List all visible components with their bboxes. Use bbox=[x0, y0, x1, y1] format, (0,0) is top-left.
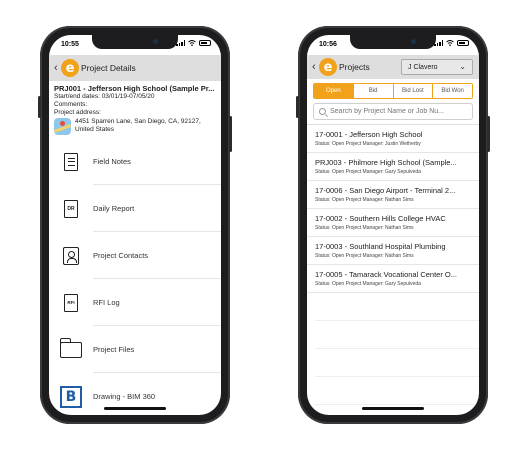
project-details-screen: 10:55 ‹ e Project Details PRJ001 - Jeffe… bbox=[49, 35, 221, 415]
tab-bid-lost[interactable]: Bid Lost bbox=[392, 84, 433, 98]
project-title: PRJ001 - Jefferson High School (Sample P… bbox=[54, 84, 215, 93]
menu-item-label: RFI Log bbox=[93, 298, 120, 307]
wifi-icon bbox=[446, 40, 454, 46]
empty-row bbox=[315, 321, 479, 349]
menu-item-daily-report[interactable]: DR Daily Report bbox=[49, 185, 221, 232]
list-item[interactable]: 17-0001 - Jefferson High School Status: … bbox=[307, 125, 479, 153]
list-item[interactable]: PRJ003 - Philmore High School (Sample...… bbox=[307, 153, 479, 181]
status-tabs: Open Bid Bid Lost Bid Won bbox=[313, 83, 473, 99]
empty-row bbox=[315, 349, 479, 377]
search-input[interactable] bbox=[330, 108, 470, 115]
project-info: PRJ001 - Jefferson High School (Sample P… bbox=[49, 81, 221, 135]
dr-document-icon: DR bbox=[64, 199, 78, 218]
project-address-label: Project address: bbox=[54, 109, 101, 116]
project-list: 17-0001 - Jefferson High School Status: … bbox=[307, 124, 479, 405]
tab-bid-won[interactable]: Bid Won bbox=[432, 84, 472, 98]
power-button bbox=[229, 116, 232, 152]
page-title: Projects bbox=[339, 62, 370, 72]
battery-icon bbox=[457, 40, 469, 46]
list-item[interactable]: 17-0002 - Southern Hills College HVAC St… bbox=[307, 209, 479, 237]
menu-item-rfi-log[interactable]: RFI RFI Log bbox=[49, 279, 221, 326]
project-comments: Comments: bbox=[54, 101, 88, 108]
bim360-letter: B bbox=[62, 387, 80, 406]
menu-item-label: Project Contacts bbox=[93, 251, 149, 260]
app-logo-icon: e bbox=[61, 59, 79, 77]
project-name: 17-0001 - Jefferson High School bbox=[315, 130, 423, 139]
project-status: Status: Open Project Manager: Nathan Sim… bbox=[315, 197, 414, 203]
project-address[interactable]: 4451 Sparren Lane, San Diego, CA, 92127,… bbox=[54, 118, 216, 135]
menu-item-project-files[interactable]: Project Files bbox=[49, 326, 221, 373]
contact-card-icon bbox=[63, 246, 79, 265]
right-phone-frame: 10:56 ‹ e Projects J Clavero ⌄ Open Bid … bbox=[296, 26, 490, 424]
search-icon bbox=[319, 108, 326, 115]
home-indicator[interactable] bbox=[104, 407, 166, 410]
project-name: 17-0002 - Southern Hills College HVAC bbox=[315, 214, 446, 223]
volume-button bbox=[296, 96, 299, 118]
list-item[interactable]: 17-0006 - San Diego Airport - Terminal 2… bbox=[307, 181, 479, 209]
back-chevron-icon[interactable]: ‹ bbox=[54, 62, 61, 74]
project-status: Status: Open Project Manager: Gary Sepul… bbox=[315, 169, 421, 175]
menu-item-label: Daily Report bbox=[93, 204, 135, 213]
user-name: J Clavero bbox=[408, 63, 438, 71]
volume-button bbox=[38, 96, 41, 118]
project-status: Status: Open Project Manager: Gary Sepul… bbox=[315, 281, 421, 287]
home-indicator[interactable] bbox=[362, 407, 424, 410]
project-name: PRJ003 - Philmore High School (Sample... bbox=[315, 158, 457, 167]
app-header: ‹ e Project Details bbox=[49, 55, 221, 81]
project-status: Status: Open Project Manager: Justin Wet… bbox=[315, 141, 421, 147]
rfi-document-icon: RFI bbox=[64, 293, 78, 312]
notch bbox=[92, 35, 178, 49]
project-dates: Start/end dates: 03/01/19-07/05/20 bbox=[54, 93, 155, 100]
project-status: Status: Open Project Manager: Nathan Sim… bbox=[315, 253, 414, 259]
project-name: 17-0005 - Tamarack Vocational Center O..… bbox=[315, 270, 458, 279]
list-item[interactable]: 17-0003 - Southland Hospital Plumbing St… bbox=[307, 237, 479, 265]
project-name: 17-0003 - Southland Hospital Plumbing bbox=[315, 242, 446, 251]
camera-icon bbox=[153, 39, 158, 44]
user-dropdown[interactable]: J Clavero ⌄ bbox=[401, 59, 473, 75]
menu-item-project-contacts[interactable]: Project Contacts bbox=[49, 232, 221, 279]
camera-icon bbox=[411, 39, 416, 44]
app-logo-icon: e bbox=[319, 58, 337, 76]
battery-icon bbox=[199, 40, 211, 46]
address-line-2: United States bbox=[75, 126, 115, 133]
wifi-icon bbox=[188, 40, 196, 46]
page-title: Project Details bbox=[81, 63, 136, 73]
menu-item-label: Project Files bbox=[93, 345, 135, 354]
tab-bid[interactable]: Bid bbox=[352, 84, 393, 98]
tab-open[interactable]: Open bbox=[314, 84, 353, 98]
address-line-1: 4451 Sparren Lane, San Diego, CA, 92127, bbox=[75, 118, 201, 125]
empty-row bbox=[315, 293, 479, 321]
document-lines-icon bbox=[64, 152, 78, 171]
projects-screen: 10:56 ‹ e Projects J Clavero ⌄ Open Bid … bbox=[307, 35, 479, 415]
status-time: 10:56 bbox=[319, 41, 337, 48]
project-menu: Field Notes DR Daily Report Project Cont… bbox=[49, 138, 221, 415]
menu-item-field-notes[interactable]: Field Notes bbox=[49, 138, 221, 185]
menu-item-label: Field Notes bbox=[93, 157, 131, 166]
app-header: ‹ e Projects J Clavero ⌄ bbox=[307, 55, 479, 79]
left-phone-frame: 10:55 ‹ e Project Details PRJ001 - Jeffe… bbox=[38, 26, 232, 424]
power-button bbox=[487, 116, 490, 152]
search-bar[interactable] bbox=[313, 103, 473, 120]
project-status: Status: Open Project Manager: Nathan Sim… bbox=[315, 225, 414, 231]
folder-icon bbox=[59, 337, 82, 358]
chevron-down-icon: ⌄ bbox=[459, 62, 466, 71]
back-chevron-icon[interactable]: ‹ bbox=[312, 61, 319, 73]
empty-row bbox=[315, 377, 479, 405]
notch bbox=[350, 35, 436, 49]
bim360-icon: B bbox=[60, 385, 82, 408]
maps-icon[interactable] bbox=[54, 118, 71, 135]
project-name: 17-0006 - San Diego Airport - Terminal 2… bbox=[315, 186, 456, 195]
status-time: 10:55 bbox=[61, 41, 79, 48]
menu-item-label: Drawing - BIM 360 bbox=[93, 392, 156, 401]
list-item[interactable]: 17-0005 - Tamarack Vocational Center O..… bbox=[307, 265, 479, 293]
